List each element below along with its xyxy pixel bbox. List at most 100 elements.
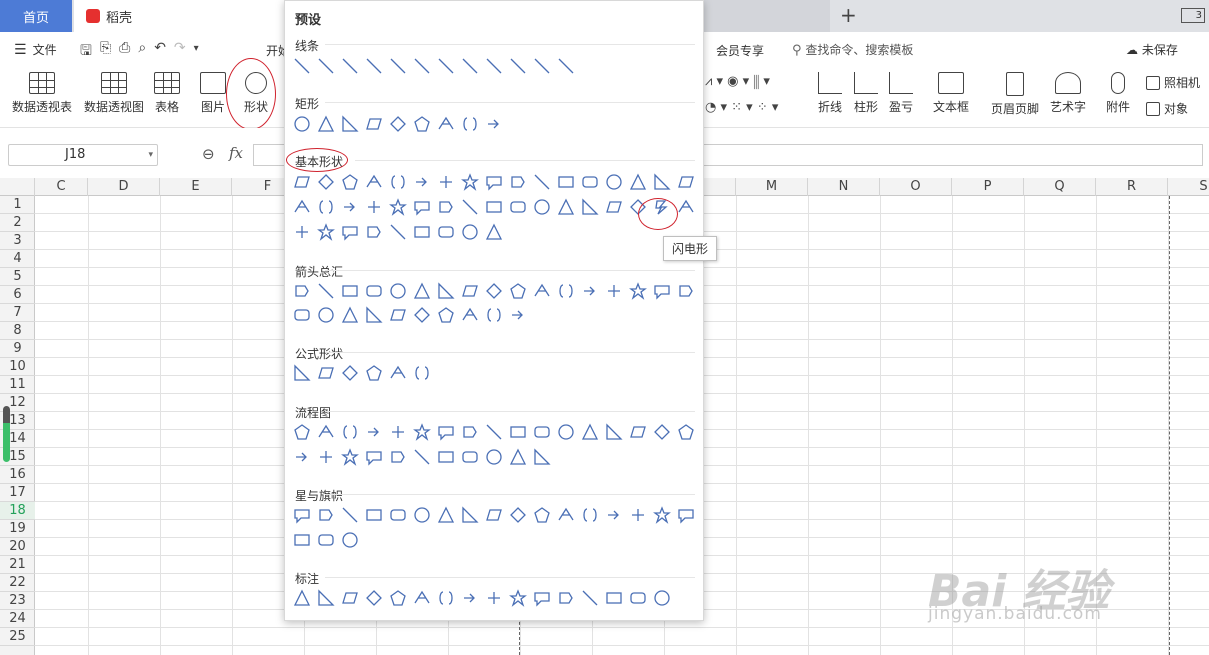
shape-option-icon[interactable]: [389, 423, 407, 441]
tab-home[interactable]: 首页: [0, 0, 72, 32]
shape-option-icon[interactable]: [437, 423, 455, 441]
shape-option-icon[interactable]: [389, 589, 407, 607]
shape-option-icon[interactable]: [509, 57, 527, 75]
shape-option-icon[interactable]: [317, 282, 335, 300]
shape-option-icon[interactable]: [341, 282, 359, 300]
shape-option-icon[interactable]: [389, 115, 407, 133]
tab-current-document[interactable]: [703, 0, 830, 32]
column-header-m[interactable]: M: [736, 178, 808, 196]
row-header-4[interactable]: 4: [0, 250, 35, 268]
shape-option-icon[interactable]: [293, 531, 311, 549]
shape-option-icon[interactable]: [653, 423, 671, 441]
shape-option-icon[interactable]: [437, 506, 455, 524]
shape-option-icon[interactable]: [317, 506, 335, 524]
shape-option-icon[interactable]: [557, 57, 575, 75]
row-header-8[interactable]: 8: [0, 322, 35, 340]
shape-option-icon[interactable]: [605, 589, 623, 607]
shape-option-icon[interactable]: [581, 173, 599, 191]
chart-more-icon[interactable]: ◔ ▾ ⁙ ▾ ⁘ ▾: [705, 100, 778, 115]
shape-option-icon[interactable]: [653, 282, 671, 300]
shape-option-icon[interactable]: [461, 506, 479, 524]
shape-option-icon[interactable]: [485, 589, 503, 607]
shape-option-icon[interactable]: [485, 198, 503, 216]
shape-option-icon[interactable]: [317, 173, 335, 191]
shape-option-icon[interactable]: [533, 57, 551, 75]
shape-option-icon[interactable]: [389, 364, 407, 382]
shape-option-icon[interactable]: [341, 223, 359, 241]
shape-option-icon[interactable]: [341, 589, 359, 607]
shape-option-icon[interactable]: [413, 57, 431, 75]
shape-option-icon[interactable]: [389, 306, 407, 324]
shape-option-icon[interactable]: [605, 173, 623, 191]
shape-option-icon[interactable]: [437, 223, 455, 241]
window-count-icon[interactable]: 3: [1181, 8, 1205, 23]
shape-option-icon[interactable]: [341, 448, 359, 466]
shape-option-icon[interactable]: [557, 173, 575, 191]
row-header-24[interactable]: 24: [0, 610, 35, 628]
shape-option-icon[interactable]: [605, 423, 623, 441]
shape-option-icon[interactable]: [389, 223, 407, 241]
shape-option-icon[interactable]: [557, 423, 575, 441]
shape-option-icon[interactable]: [293, 306, 311, 324]
shape-option-icon[interactable]: [317, 448, 335, 466]
shape-option-icon[interactable]: [413, 223, 431, 241]
shape-option-icon[interactable]: [341, 115, 359, 133]
shape-option-icon[interactable]: [581, 423, 599, 441]
shape-option-icon[interactable]: [341, 531, 359, 549]
shape-option-icon[interactable]: [437, 306, 455, 324]
shape-option-icon[interactable]: [389, 57, 407, 75]
shape-option-icon[interactable]: [365, 589, 383, 607]
shape-option-icon[interactable]: [461, 198, 479, 216]
row-header-11[interactable]: 11: [0, 376, 35, 394]
row-header-19[interactable]: 19: [0, 520, 35, 538]
shape-option-icon[interactable]: [533, 589, 551, 607]
row-header-2[interactable]: 2: [0, 214, 35, 232]
print-preview-icon[interactable]: ⌕: [138, 40, 146, 64]
zoom-search-icon[interactable]: ⊖: [202, 145, 215, 163]
row-header-18[interactable]: 18: [0, 502, 35, 520]
shape-option-icon[interactable]: [317, 198, 335, 216]
shape-option-icon[interactable]: [485, 448, 503, 466]
export-icon[interactable]: ⎘: [100, 40, 111, 64]
shape-option-icon[interactable]: [341, 198, 359, 216]
shape-option-icon[interactable]: [365, 57, 383, 75]
shape-option-icon[interactable]: [293, 198, 311, 216]
shape-option-icon[interactable]: [653, 173, 671, 191]
shape-option-icon[interactable]: [437, 173, 455, 191]
row-header-6[interactable]: 6: [0, 286, 35, 304]
shape-option-icon[interactable]: [341, 423, 359, 441]
shape-option-icon[interactable]: [605, 198, 623, 216]
shape-option-icon[interactable]: [629, 423, 647, 441]
shape-option-icon[interactable]: [653, 506, 671, 524]
shape-option-icon[interactable]: [365, 115, 383, 133]
shape-option-icon[interactable]: [389, 173, 407, 191]
shape-option-icon[interactable]: [437, 115, 455, 133]
shape-option-icon[interactable]: [365, 506, 383, 524]
shape-option-icon[interactable]: [533, 423, 551, 441]
shape-option-icon[interactable]: [461, 173, 479, 191]
shape-option-icon[interactable]: [293, 173, 311, 191]
shape-option-icon[interactable]: [293, 423, 311, 441]
shape-option-icon[interactable]: [509, 282, 527, 300]
shape-option-icon[interactable]: [677, 506, 695, 524]
shape-option-icon[interactable]: [581, 589, 599, 607]
file-menu[interactable]: ☰ 文件: [14, 41, 57, 58]
shape-option-icon[interactable]: [317, 115, 335, 133]
shape-option-icon[interactable]: [485, 423, 503, 441]
row-header-16[interactable]: 16: [0, 466, 35, 484]
shape-option-icon[interactable]: [389, 282, 407, 300]
column-header-s[interactable]: S: [1168, 178, 1209, 196]
chart-type-icon[interactable]: ⩘ ▾ ◉ ▾ ⫼ ▾: [705, 74, 770, 89]
row-header-10[interactable]: 10: [0, 358, 35, 376]
shape-option-icon[interactable]: [365, 198, 383, 216]
shape-option-icon[interactable]: [509, 198, 527, 216]
shape-option-icon[interactable]: [629, 589, 647, 607]
shape-option-icon[interactable]: [365, 223, 383, 241]
shape-option-icon[interactable]: [485, 57, 503, 75]
textbox-button[interactable]: 文本框: [933, 72, 969, 115]
shape-option-icon[interactable]: [413, 448, 431, 466]
shape-option-icon[interactable]: [413, 198, 431, 216]
camera-button[interactable]: 照相机: [1146, 74, 1200, 91]
shape-option-icon[interactable]: [365, 173, 383, 191]
shape-option-icon[interactable]: [293, 589, 311, 607]
